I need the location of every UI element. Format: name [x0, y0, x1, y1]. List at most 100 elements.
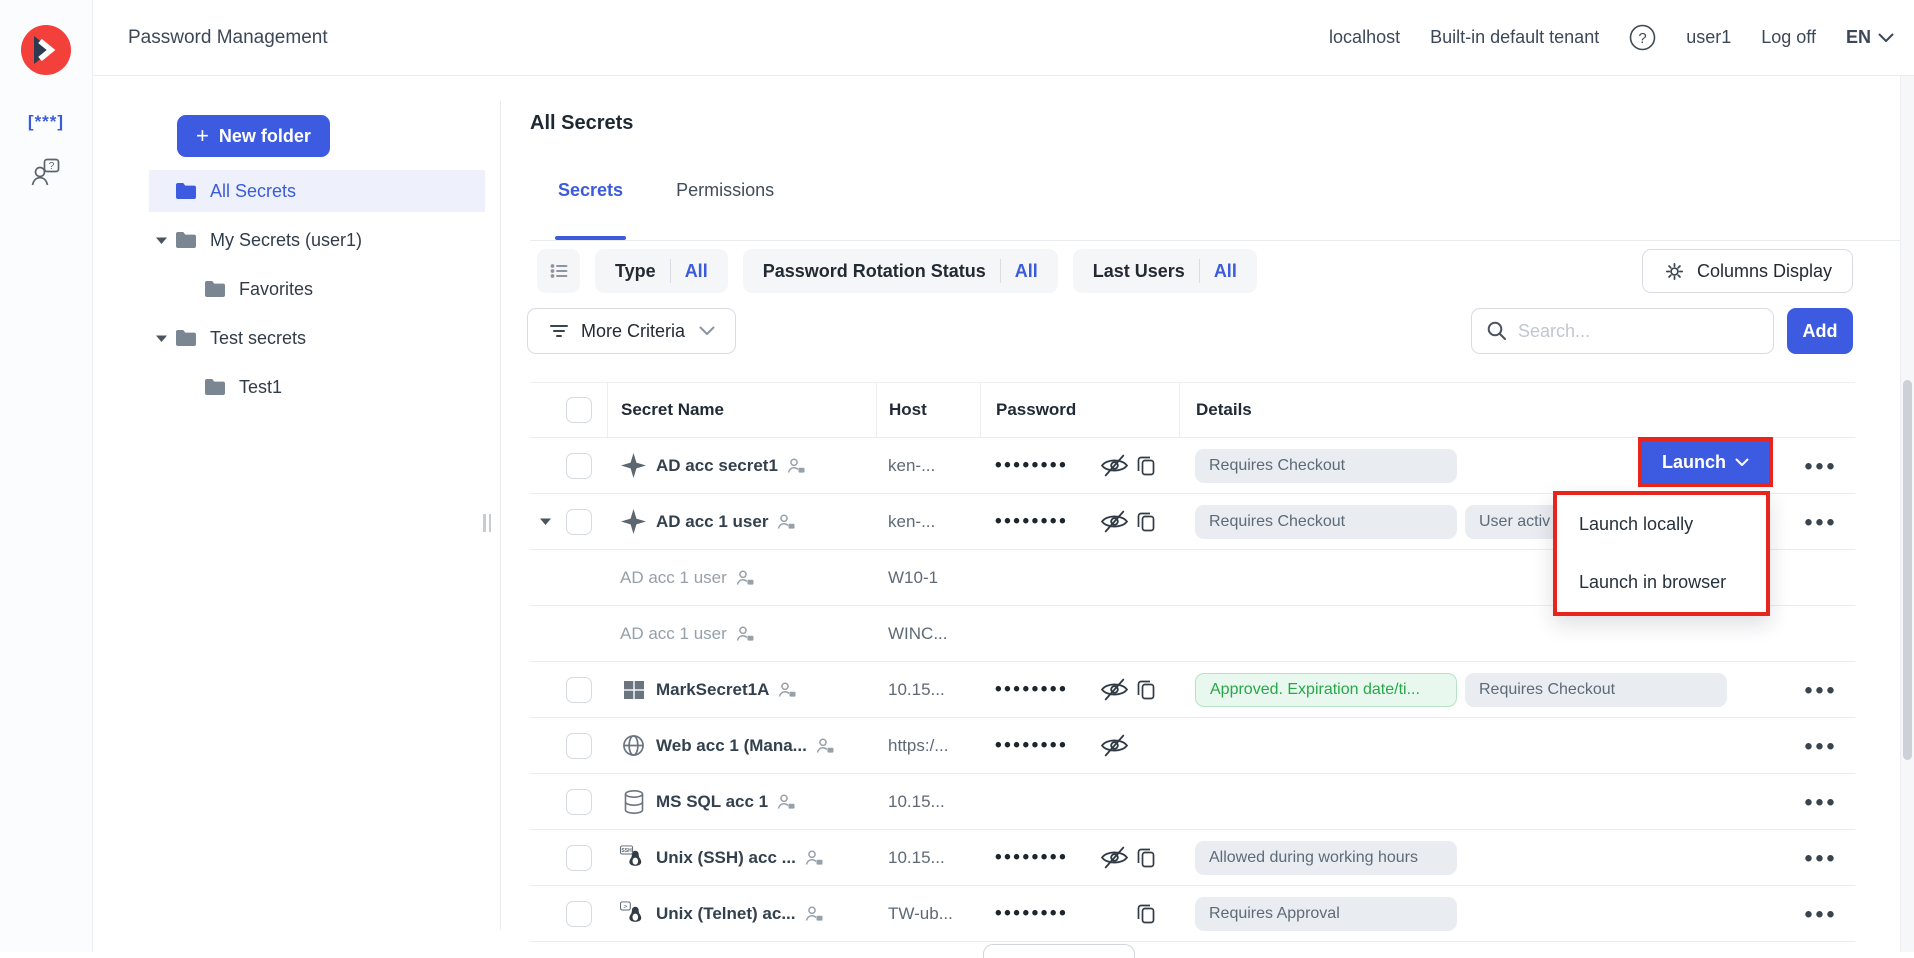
- row-checkbox[interactable]: [566, 789, 592, 815]
- eye-off-icon[interactable]: [1098, 453, 1130, 478]
- row-checkbox[interactable]: [566, 453, 592, 479]
- linux-ssh-icon: SSH: [620, 844, 647, 872]
- list-icon: [547, 259, 571, 283]
- divider: [670, 259, 671, 283]
- divider: [1000, 259, 1001, 283]
- user-behavior-icon[interactable]: ?: [31, 158, 61, 192]
- person-icon: [805, 905, 824, 923]
- row-checkbox[interactable]: [566, 845, 592, 871]
- host-value: W10-1: [876, 568, 980, 588]
- table-header-row: Secret NameHostPasswordDetails: [530, 382, 1855, 438]
- language-label: EN: [1846, 27, 1871, 48]
- header-details: Details: [1179, 383, 1855, 437]
- sidebar-item-favorites[interactable]: Favorites: [149, 268, 485, 310]
- row-checkbox[interactable]: [566, 733, 592, 759]
- row-more-button[interactable]: ●●●: [1804, 849, 1837, 866]
- sidebar-item-all-secrets[interactable]: All Secrets: [149, 170, 485, 212]
- filter-row: TypeAll Password Rotation StatusAll Last U…: [537, 249, 1257, 293]
- copy-icon[interactable]: [1130, 509, 1162, 534]
- secret-name: AD acc 1 user: [656, 512, 768, 532]
- copy-icon[interactable]: [1130, 901, 1162, 926]
- table-row-ms-sql-acc-1[interactable]: MS SQL acc 110.15...●●●: [530, 774, 1855, 830]
- linux-telnet-icon: >: [620, 900, 647, 928]
- tenant-label: Built-in default tenant: [1430, 27, 1599, 48]
- language-selector[interactable]: EN: [1846, 27, 1894, 48]
- search-input[interactable]: [1518, 321, 1759, 342]
- host-value: 10.15...: [876, 792, 980, 812]
- scrollbar-thumb[interactable]: [1903, 380, 1912, 760]
- new-folder-label: New folder: [219, 126, 311, 147]
- tab-permissions[interactable]: Permissions: [676, 156, 774, 240]
- person-icon: [736, 625, 755, 643]
- eye-off-icon[interactable]: [1098, 845, 1130, 870]
- chevron-down-icon: [699, 326, 715, 336]
- eye-off-icon[interactable]: [1098, 733, 1130, 758]
- sidebar-item-test1[interactable]: Test1: [149, 366, 485, 408]
- filter-value[interactable]: All: [1015, 261, 1038, 282]
- tab-secrets[interactable]: Secrets: [558, 156, 623, 240]
- password-mask: ••••••••: [995, 511, 1098, 533]
- copy-icon[interactable]: [1130, 845, 1162, 870]
- row-checkbox[interactable]: [566, 901, 592, 927]
- filter-value[interactable]: All: [1214, 261, 1237, 282]
- row-checkbox[interactable]: [566, 509, 592, 535]
- filter-chip-type[interactable]: TypeAll: [595, 249, 728, 293]
- filter-chip-password-rotation-status[interactable]: Password Rotation StatusAll: [743, 249, 1058, 293]
- table-row-web-acc-1-mana[interactable]: Web acc 1 (Mana...https:/...••••••••●●●: [530, 718, 1855, 774]
- columns-display-button[interactable]: Columns Display: [1642, 249, 1853, 293]
- copy-icon[interactable]: [1130, 453, 1162, 478]
- panel-resize-handle[interactable]: [483, 514, 491, 532]
- status-badge: Approved. Expiration date/ti...: [1195, 673, 1457, 707]
- secret-name: Unix (Telnet) ac...: [656, 904, 796, 924]
- eye-off-icon[interactable]: [1098, 509, 1130, 534]
- row-more-button[interactable]: ●●●: [1804, 905, 1837, 922]
- host-value: ken-...: [876, 456, 980, 476]
- filter-chip-last-users[interactable]: Last UsersAll: [1073, 249, 1257, 293]
- sidebar-item-test-secrets[interactable]: Test secrets: [149, 317, 485, 359]
- caret-down-icon[interactable]: [149, 334, 175, 343]
- row-checkbox[interactable]: [566, 677, 592, 703]
- help-icon[interactable]: ?: [1629, 24, 1656, 51]
- menu-item-launch-in-browser[interactable]: Launch in browser: [1557, 554, 1766, 613]
- sidebar-item-my-secrets-user1[interactable]: My Secrets (user1): [149, 219, 485, 261]
- add-button[interactable]: Add: [1787, 308, 1853, 354]
- new-folder-button[interactable]: + New folder: [177, 115, 330, 157]
- vertical-scrollbar[interactable]: [1900, 76, 1914, 952]
- row-expand-caret[interactable]: [530, 517, 560, 526]
- table-row-unix-ssh-acc[interactable]: SSHUnix (SSH) acc ...10.15...••••••••All…: [530, 830, 1855, 886]
- row-more-button[interactable]: ●●●: [1804, 793, 1837, 810]
- table-row-unix-telnet-ac[interactable]: >Unix (Telnet) ac...TW-ub...••••••••Requ…: [530, 886, 1855, 942]
- windows-icon: [620, 678, 647, 702]
- select-all-checkbox[interactable]: [566, 397, 592, 423]
- hostname-label: localhost: [1329, 27, 1400, 48]
- left-icon-rail: [***] ?: [0, 0, 93, 952]
- menu-item-launch-locally[interactable]: Launch locally: [1557, 495, 1766, 554]
- status-badge: Allowed during working hours: [1195, 841, 1457, 875]
- person-icon: [777, 513, 796, 531]
- row-more-button[interactable]: ●●●: [1804, 681, 1837, 698]
- password-mask: ••••••••: [995, 455, 1098, 477]
- eye-off-icon[interactable]: [1098, 677, 1130, 702]
- svg-text:?: ?: [1639, 30, 1647, 47]
- list-view-button[interactable]: [537, 249, 580, 293]
- chevron-down-icon: [1735, 458, 1749, 467]
- logoff-link[interactable]: Log off: [1761, 27, 1816, 48]
- filter-value[interactable]: All: [685, 261, 708, 282]
- ad-icon: [620, 508, 647, 535]
- row-more-button[interactable]: ●●●: [1804, 513, 1837, 530]
- table-row-marksecret1a[interactable]: MarkSecret1A10.15...••••••••Approved. Ex…: [530, 662, 1855, 718]
- host-value: ken-...: [876, 512, 980, 532]
- caret-down-icon[interactable]: [149, 236, 175, 245]
- copy-icon[interactable]: [1130, 677, 1162, 702]
- secret-name: AD acc 1 user: [620, 568, 727, 588]
- row-more-button[interactable]: ●●●: [1804, 457, 1837, 474]
- row-more-button[interactable]: ●●●: [1804, 737, 1837, 754]
- more-criteria-label: More Criteria: [581, 321, 685, 342]
- more-criteria-button[interactable]: More Criteria: [527, 308, 736, 354]
- passwords-nav-icon[interactable]: [***]: [28, 112, 64, 132]
- gear-icon: [1663, 260, 1686, 283]
- password-mask: ••••••••: [995, 735, 1098, 757]
- host-value: WINC...: [876, 624, 980, 644]
- top-bar: Password Management localhost Built-in d…: [93, 0, 1914, 76]
- launch-button[interactable]: Launch: [1642, 441, 1769, 483]
